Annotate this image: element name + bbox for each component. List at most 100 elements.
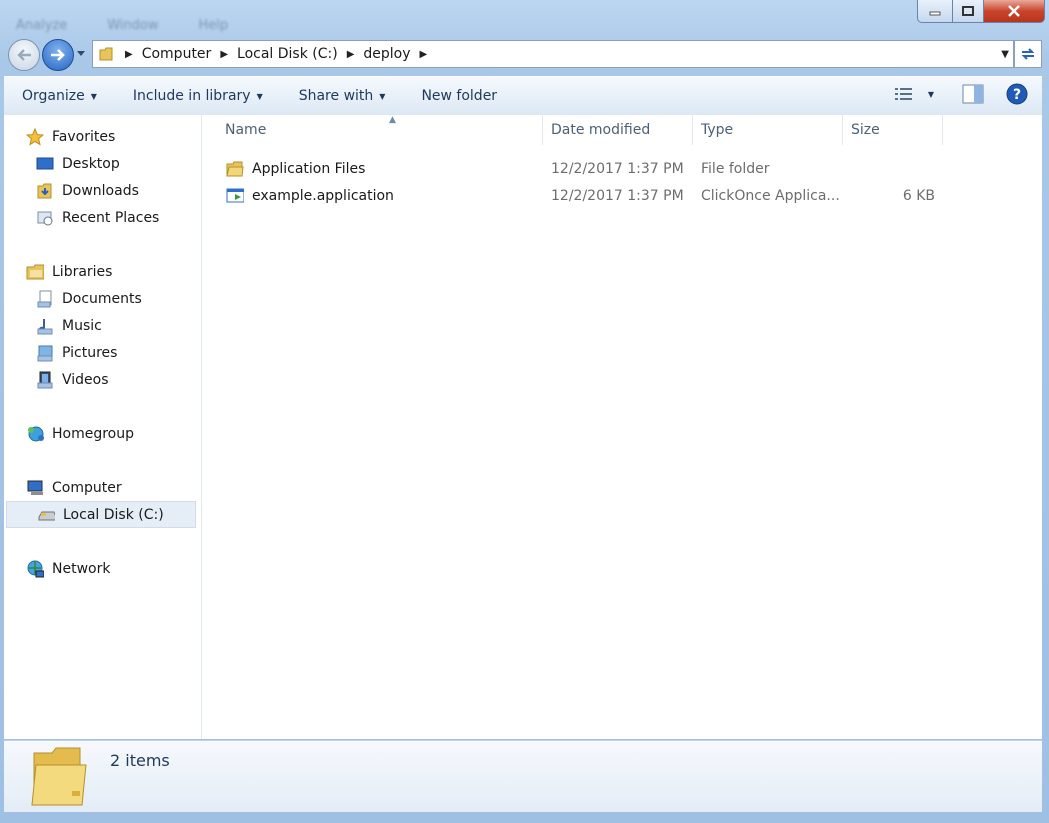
recent-pages-dropdown-icon[interactable] <box>76 50 86 58</box>
folder-icon <box>226 160 244 178</box>
caption-buttons <box>917 0 1045 23</box>
nav-item-label: Homegroup <box>52 425 135 442</box>
nav-item-music[interactable]: Music <box>36 312 102 339</box>
close-button[interactable] <box>984 0 1045 23</box>
file-name-cell: example.application <box>226 182 394 209</box>
refresh-button[interactable] <box>1014 40 1042 68</box>
help-button[interactable]: ? <box>1006 83 1028 105</box>
new-folder-label: New folder <box>421 88 498 104</box>
nav-item-label: Favorites <box>52 128 116 145</box>
desktop-icon <box>36 155 54 173</box>
file-list[interactable]: Name ▲ Date modified Type Size Applicati… <box>202 115 1042 739</box>
minimize-icon <box>929 11 941 16</box>
network-icon <box>26 560 44 578</box>
pictures-icon <box>36 344 54 362</box>
breadcrumb-computer[interactable]: Computer <box>137 46 217 62</box>
nav-item-downloads[interactable]: Downloads <box>36 177 139 204</box>
homegroup-icon <box>26 425 44 443</box>
column-header-label: Size <box>851 122 880 138</box>
file-size <box>851 155 935 182</box>
command-bar: Organize ▼ Include in library ▼ Share wi… <box>4 76 1042 116</box>
back-button[interactable] <box>8 39 40 71</box>
address-folder-icon <box>93 46 121 62</box>
file-type: File folder <box>701 160 770 177</box>
nav-item-label: Local Disk (C:) <box>63 506 164 523</box>
ghost-menu-item: Window <box>107 18 159 33</box>
column-header-size[interactable]: Size <box>843 115 943 145</box>
preview-pane-button[interactable] <box>962 84 984 104</box>
file-name-cell: Application Files <box>226 155 365 182</box>
nav-item-favorites[interactable]: Favorites <box>26 123 115 150</box>
nav-item-videos[interactable]: Videos <box>36 366 109 393</box>
chevron-down-icon[interactable]: ▼ <box>928 90 934 99</box>
breadcrumb-arrow-icon[interactable]: ▶ <box>220 49 228 60</box>
file-date: 12/2/2017 1:37 PM <box>551 160 684 177</box>
address-bar[interactable]: ▶ Computer ▶ Local Disk (C:) ▶ deploy ▶ … <box>92 40 1014 68</box>
organize-label: Organize <box>22 88 85 104</box>
column-header-label: Type <box>701 122 734 138</box>
nav-item-label: Libraries <box>52 263 113 280</box>
forward-button[interactable] <box>42 39 74 71</box>
computer-icon <box>26 479 44 497</box>
maximize-button[interactable] <box>953 0 984 23</box>
address-history-dropdown-icon[interactable]: ▼ <box>1001 49 1009 60</box>
column-header-label: Name <box>225 122 267 138</box>
nav-item-libraries[interactable]: Libraries <box>26 258 112 285</box>
hard-drive-icon <box>37 506 55 524</box>
column-header-name[interactable]: Name ▲ <box>217 115 543 145</box>
recent-places-icon <box>36 209 54 227</box>
breadcrumb-local-disk[interactable]: Local Disk (C:) <box>232 46 343 62</box>
include-in-library-label: Include in library <box>132 88 251 104</box>
details-pane: 2 items <box>4 740 1042 812</box>
file-type: ClickOnce Applica... <box>701 187 840 204</box>
view-details-icon <box>894 88 912 100</box>
nav-item-label: Documents <box>62 290 142 307</box>
toolbar-right-group: ▼ ? <box>894 83 1028 105</box>
item-count: 2 items <box>110 751 170 770</box>
share-with-label: Share with <box>298 88 374 104</box>
nav-item-label: Desktop <box>62 155 120 172</box>
file-name: Application Files <box>252 160 366 177</box>
nav-item-pictures[interactable]: Pictures <box>36 339 117 366</box>
documents-icon <box>36 290 54 308</box>
nav-item-network[interactable]: Network <box>26 555 110 582</box>
breadcrumb-arrow-icon[interactable]: ▶ <box>347 49 355 60</box>
nav-item-computer[interactable]: Computer <box>26 474 122 501</box>
nav-item-local-disk[interactable]: Local Disk (C:) <box>6 501 196 528</box>
videos-icon <box>36 371 54 389</box>
table-row[interactable]: Application Files 12/2/2017 1:37 PM File… <box>202 155 1042 182</box>
nav-item-recent-places[interactable]: Recent Places <box>36 204 159 231</box>
nav-item-label: Downloads <box>62 182 139 199</box>
clickonce-application-icon <box>226 187 244 205</box>
column-header-type[interactable]: Type <box>693 115 843 145</box>
change-view-button[interactable]: ▼ <box>894 86 934 102</box>
nav-item-desktop[interactable]: Desktop <box>36 150 120 177</box>
include-in-library-button[interactable]: Include in library ▼ <box>115 88 281 104</box>
breadcrumb-arrow-icon[interactable]: ▶ <box>420 49 428 60</box>
file-date: 12/2/2017 1:37 PM <box>551 187 684 204</box>
refresh-icon <box>1021 48 1035 60</box>
close-icon <box>1008 5 1020 17</box>
navigation-pane[interactable]: Favorites Desktop Downloads Recent Place… <box>4 115 202 739</box>
main-area: Favorites Desktop Downloads Recent Place… <box>4 115 1042 739</box>
nav-item-homegroup[interactable]: Homegroup <box>26 420 134 447</box>
nav-item-label: Music <box>62 317 102 334</box>
music-icon <box>36 317 54 335</box>
new-folder-button[interactable]: New folder <box>403 88 515 104</box>
chevron-down-icon: ▼ <box>90 91 97 101</box>
file-name: example.application <box>252 187 394 204</box>
organize-button[interactable]: Organize ▼ <box>4 88 115 104</box>
table-row[interactable]: example.application 12/2/2017 1:37 PM Cl… <box>202 182 1042 209</box>
column-header-date-modified[interactable]: Date modified <box>543 115 693 145</box>
breadcrumb-arrow-icon[interactable]: ▶ <box>125 49 133 60</box>
nav-item-documents[interactable]: Documents <box>36 285 142 312</box>
large-folder-icon <box>31 747 87 806</box>
star-icon <box>26 127 44 146</box>
share-with-button[interactable]: Share with ▼ <box>281 88 404 104</box>
breadcrumb-deploy[interactable]: deploy <box>358 46 415 62</box>
minimize-button[interactable] <box>917 0 953 23</box>
svg-text:?: ? <box>1013 87 1021 103</box>
nav-item-label: Recent Places <box>62 209 160 226</box>
arrow-left-icon <box>17 49 31 61</box>
arrow-right-icon <box>51 49 65 61</box>
